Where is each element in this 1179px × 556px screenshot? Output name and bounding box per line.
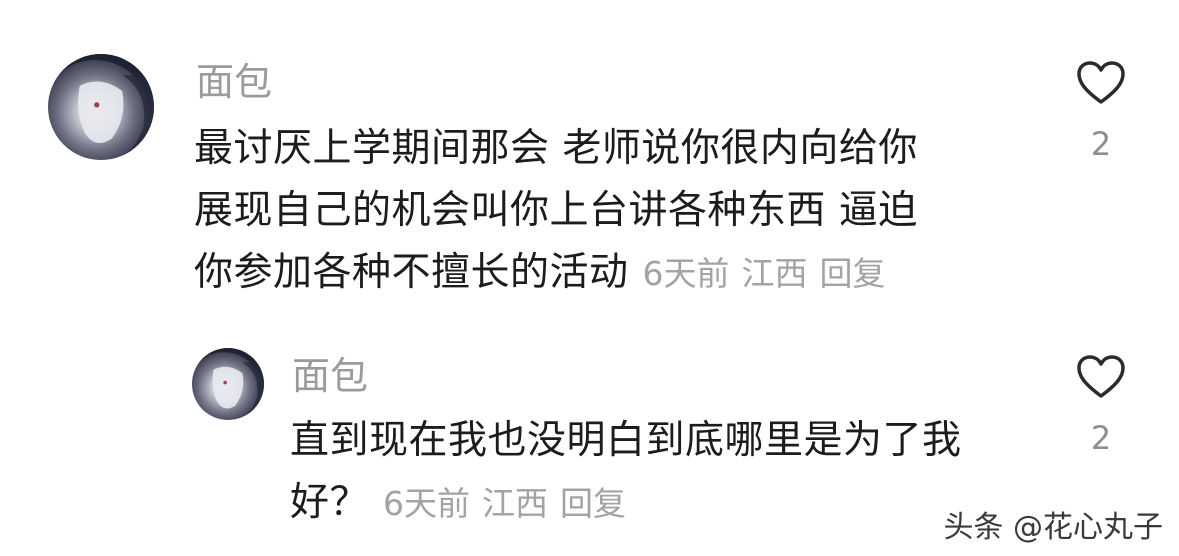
timestamp: 6天前 — [642, 254, 730, 293]
comment-meta: 6天前 江西 回复 — [383, 484, 638, 523]
reply-button[interactable]: 回复 — [820, 254, 886, 293]
like-count: 2 — [1090, 125, 1112, 163]
comment-line-text: 好？ — [290, 480, 370, 525]
avatar[interactable] — [192, 348, 264, 420]
location: 江西 — [741, 254, 808, 293]
timestamp: 6天前 — [383, 484, 471, 523]
comment-line: 直到现在我也没明白到底哪里是为了我 — [290, 418, 962, 463]
watermark: 头条 @花心丸子 — [943, 510, 1163, 545]
location: 江西 — [482, 484, 549, 523]
avatar[interactable] — [48, 54, 154, 160]
username[interactable]: 面包 — [292, 354, 368, 398]
avatar-image — [192, 348, 264, 420]
comment-line: 展现自己的机会叫你上台讲各种东西 逼迫 — [194, 188, 918, 233]
comment-text: 最讨厌上学期间那会 老师说你很内向给你 展现自己的机会叫你上台讲各种东西 逼迫 … — [194, 118, 918, 305]
comment-line: 好？ 6天前 江西 回复 — [290, 472, 962, 535]
heart-outline-icon — [1077, 61, 1125, 104]
comment-text: 直到现在我也没明白到底哪里是为了我 好？ 6天前 江西 回复 — [290, 410, 962, 535]
like-button[interactable]: 2 — [1071, 354, 1131, 458]
comment-line-text: 你参加各种不擅长的活动 — [194, 250, 629, 295]
comment-line: 你参加各种不擅长的活动 6天前 江西 回复 — [194, 242, 918, 305]
heart-outline-icon — [1077, 355, 1125, 398]
username[interactable]: 面包 — [196, 60, 272, 104]
like-count: 2 — [1090, 419, 1112, 457]
comment-line: 最讨厌上学期间那会 老师说你很内向给你 — [194, 126, 918, 171]
comment-meta: 6天前 江西 回复 — [643, 254, 898, 293]
like-button[interactable]: 2 — [1071, 60, 1131, 164]
avatar-image — [48, 54, 154, 160]
comment: 面包 最讨厌上学期间那会 老师说你很内向给你 展现自己的机会叫你上台讲各种东西 … — [0, 0, 1179, 320]
reply-button[interactable]: 回复 — [560, 484, 626, 523]
